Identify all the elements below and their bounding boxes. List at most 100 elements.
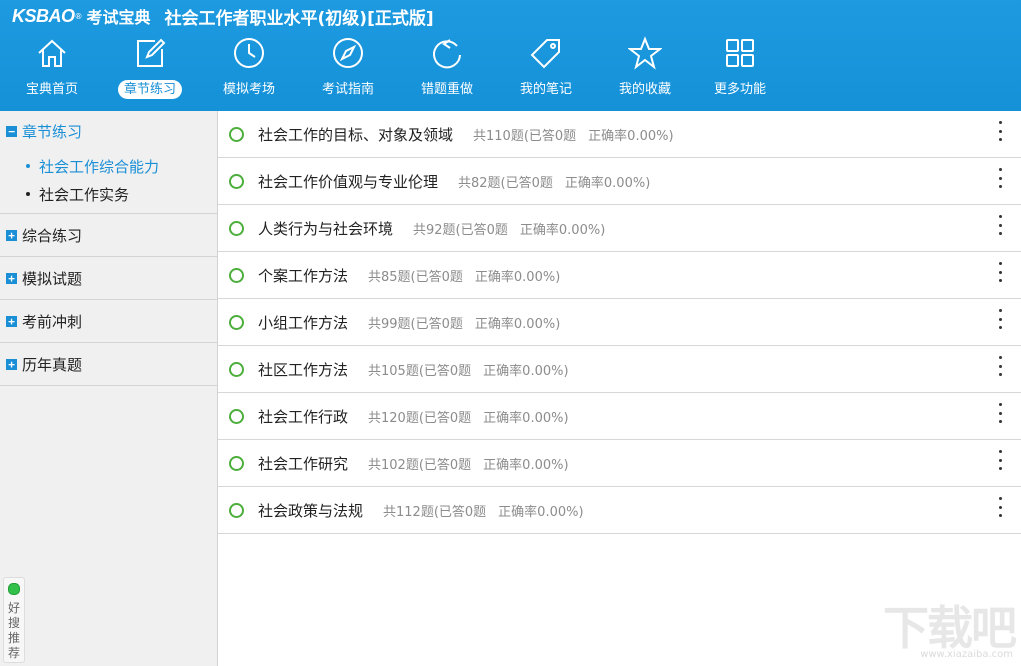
watermark: 下载吧 www.xiazaiba.com [875, 596, 1017, 660]
sidebar-section-header[interactable]: + 考前冲刺 [0, 300, 217, 342]
expand-icon[interactable]: + [6, 272, 17, 284]
sidebar: − 章节练习 社会工作综合能力 社会工作实务 + 综合练习 + 模拟试题 + 考… [0, 111, 218, 666]
more-options-icon[interactable] [995, 356, 1005, 376]
sidebar-section-comprehensive: + 综合练习 [0, 214, 217, 257]
chapter-title: 社会工作研究 [258, 454, 349, 473]
chapter-row[interactable]: 社区工作方法 共105题(已答0题 正确率0.00%) [218, 346, 1021, 393]
chapter-stats: 共105题(已答0题 正确率0.00%) [368, 360, 569, 379]
title-bar: KSBAO ® 考试宝典 社会工作者职业水平(初级)[正式版] [12, 4, 434, 29]
nav-label: 更多功能 [713, 82, 766, 97]
more-options-icon[interactable] [995, 121, 1005, 141]
chapter-row[interactable]: 社会工作行政 共120题(已答0题 正确率0.00%) [218, 393, 1021, 440]
chapter-accuracy: 正确率0.00%) [519, 222, 606, 238]
chapter-row[interactable]: 人类行为与社会环境 共92题(已答0题 正确率0.00%) [218, 205, 1021, 252]
main-nav: 宝典首页 章节练习 模拟考场 考试指南 错题重做 我的笔记 我的收藏 更多功能 [0, 34, 800, 106]
chapter-list: 社会工作的目标、对象及领域 共110题(已答0题 正确率0.00%) 社会工作价值观与… [218, 111, 1021, 666]
sidebar-section-label: 考前冲刺 [22, 312, 83, 331]
clock-icon [234, 38, 264, 68]
status-circle-icon [229, 408, 244, 424]
chapter-count: 共120题(已答0题 [368, 410, 472, 426]
chapter-row[interactable]: 社会工作价值观与专业伦理 共82题(已答0题 正确率0.00%) [218, 158, 1021, 205]
more-options-icon[interactable] [995, 309, 1005, 329]
chapter-stats: 共120题(已答0题 正确率0.00%) [368, 407, 569, 426]
nav-more-functions[interactable]: 更多功能 [692, 34, 788, 106]
bullet-icon [26, 191, 30, 196]
chapter-count: 共102题(已答0题 [368, 457, 472, 473]
sidebar-section-mock-tests: + 模拟试题 [0, 257, 217, 300]
expand-icon[interactable]: + [6, 229, 17, 241]
nav-home[interactable]: 宝典首页 [4, 34, 100, 106]
chapter-title: 人类行为与社会环境 [258, 219, 394, 238]
status-circle-icon [229, 361, 244, 377]
sidebar-section-label: 历年真题 [22, 355, 83, 374]
recommend-label: 好搜推荐 [7, 601, 20, 660]
nav-my-favorites[interactable]: 我的收藏 [597, 34, 693, 106]
sidebar-item-label: 社会工作综合能力 [39, 158, 160, 176]
chapter-accuracy: 正确率0.00%) [483, 363, 569, 379]
nav-chapter-practice[interactable]: 章节练习 [102, 34, 198, 106]
status-dot-icon [8, 583, 20, 595]
sidebar-section-past-exams: + 历年真题 [0, 343, 217, 386]
chapter-accuracy: 正确率0.00%) [588, 128, 674, 144]
chapter-accuracy: 正确率0.00%) [483, 457, 569, 473]
nav-label: 我的笔记 [519, 82, 572, 97]
nav-my-notes[interactable]: 我的笔记 [498, 34, 594, 106]
expand-icon[interactable]: + [6, 315, 17, 327]
sidebar-item-practice[interactable]: 社会工作实务 [26, 181, 217, 209]
refresh-icon [433, 39, 461, 69]
more-options-icon[interactable] [995, 450, 1005, 470]
more-options-icon[interactable] [995, 168, 1005, 188]
chapter-row[interactable]: 社会政策与法规 共112题(已答0题 正确率0.00%) [218, 487, 1021, 534]
home-icon [38, 39, 66, 67]
sidebar-section-header[interactable]: + 历年真题 [0, 343, 217, 385]
nav-label: 宝典首页 [25, 82, 78, 97]
chapter-stats: 共82题(已答0题 正确率0.00%) [458, 172, 650, 191]
chapter-row[interactable]: 社会工作的目标、对象及领域 共110题(已答0题 正确率0.00%) [218, 111, 1021, 158]
nav-redo-wrong[interactable]: 错题重做 [399, 34, 495, 106]
nav-label: 错题重做 [420, 82, 473, 97]
status-circle-icon [229, 314, 244, 330]
more-options-icon[interactable] [995, 215, 1005, 235]
chapter-row[interactable]: 个案工作方法 共85题(已答0题 正确率0.00%) [218, 252, 1021, 299]
haosou-recommend-tab[interactable]: 好搜推荐 [3, 577, 25, 663]
sidebar-section-label: 章节练习 [22, 122, 83, 141]
chapter-row[interactable]: 小组工作方法 共99题(已答0题 正确率0.00%) [218, 299, 1021, 346]
chapter-stats: 共110题(已答0题 正确率0.00%) [473, 125, 674, 144]
expand-icon[interactable]: + [6, 358, 17, 370]
chapter-row[interactable]: 社会工作研究 共102题(已答0题 正确率0.00%) [218, 440, 1021, 487]
sidebar-section-header[interactable]: − 章节练习 [0, 111, 217, 151]
sidebar-item-label: 社会工作实务 [39, 186, 130, 204]
more-options-icon[interactable] [995, 497, 1005, 517]
sidebar-section-header[interactable]: + 综合练习 [0, 214, 217, 256]
nav-mock-exam[interactable]: 模拟考场 [201, 34, 297, 106]
collapse-icon[interactable]: − [6, 125, 17, 137]
sidebar-item-comprehensive-ability[interactable]: 社会工作综合能力 [26, 153, 217, 181]
app-title: 社会工作者职业水平(初级)[正式版] [164, 8, 434, 29]
chapter-accuracy: 正确率0.00%) [474, 316, 561, 332]
app-header: KSBAO ® 考试宝典 社会工作者职业水平(初级)[正式版] 宝典首页 章节练… [0, 0, 1021, 111]
chapter-title: 社区工作方法 [258, 360, 349, 379]
chapter-title: 社会工作行政 [258, 407, 349, 426]
chapter-accuracy: 正确率0.00%) [474, 269, 561, 285]
more-options-icon[interactable] [995, 403, 1005, 423]
sidebar-section-chapter-practice: − 章节练习 社会工作综合能力 社会工作实务 [0, 111, 217, 214]
watermark-url: www.xiazaiba.com [920, 649, 1013, 660]
more-options-icon[interactable] [995, 262, 1005, 282]
chapter-title: 社会工作价值观与专业伦理 [258, 172, 439, 191]
status-circle-icon [229, 267, 244, 283]
sidebar-section-header[interactable]: + 模拟试题 [0, 257, 217, 299]
chapter-count: 共82题(已答0题 [458, 175, 553, 191]
status-circle-icon [229, 502, 244, 518]
edit-icon [137, 38, 166, 67]
chapter-accuracy: 正确率0.00%) [564, 175, 651, 191]
nav-label: 模拟考场 [222, 82, 275, 97]
chapter-stats: 共92题(已答0题 正确率0.00%) [413, 219, 605, 238]
nav-exam-guide[interactable]: 考试指南 [300, 34, 396, 106]
sidebar-section-sprint: + 考前冲刺 [0, 300, 217, 343]
star-icon [628, 36, 662, 70]
status-circle-icon [229, 126, 244, 142]
status-circle-icon [229, 173, 244, 189]
nav-label: 考试指南 [321, 82, 374, 97]
chapter-title: 社会工作的目标、对象及领域 [258, 125, 454, 144]
brand-registered-mark: ® [74, 11, 83, 21]
